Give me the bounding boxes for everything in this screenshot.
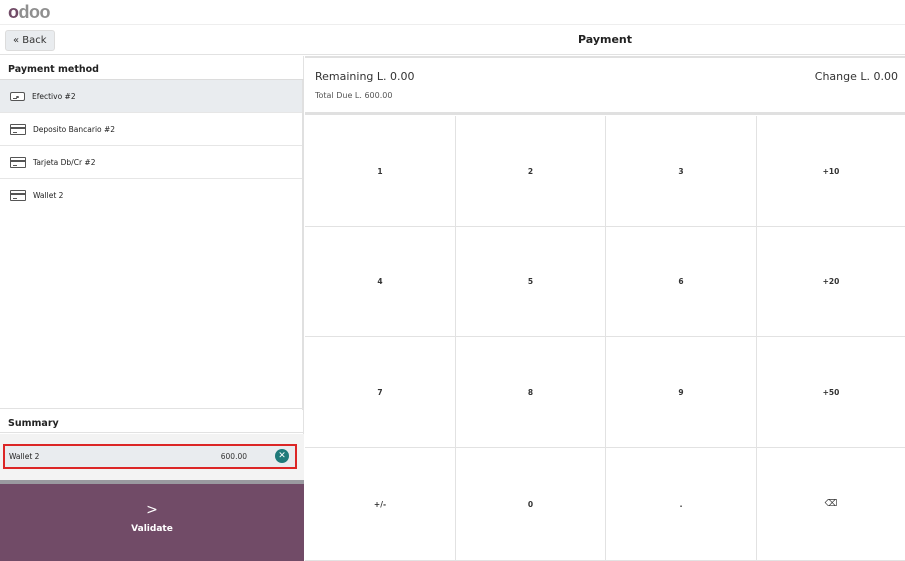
payment-method-header: Payment method xyxy=(0,56,304,80)
summary-line-wallet[interactable]: Wallet 2 600.00 ✕ xyxy=(3,444,297,469)
numpad-key-plus-50[interactable]: +50 xyxy=(757,337,905,448)
remaining-amount: Remaining L. 0.00 xyxy=(315,70,415,83)
scrollbar[interactable] xyxy=(302,80,304,410)
payment-header: « Back Payment xyxy=(0,26,905,55)
chevron-right-icon: > xyxy=(146,502,158,518)
numpad-key-plus-20[interactable]: +20 xyxy=(757,227,905,337)
cash-icon xyxy=(10,91,25,101)
page-title: Payment xyxy=(577,33,633,46)
change-amount: Change L. 0.00 xyxy=(814,70,898,83)
numpad-key-6[interactable]: 6 xyxy=(606,227,757,337)
summary-line-method: Wallet 2 xyxy=(9,452,40,461)
numpad-key-8[interactable]: 8 xyxy=(456,337,606,448)
numpad-key-decimal[interactable]: . xyxy=(606,448,757,561)
payment-method-label: Wallet 2 xyxy=(33,191,64,200)
numpad-key-plus-10[interactable]: +10 xyxy=(757,116,905,227)
payment-method-wallet[interactable]: Wallet 2 xyxy=(0,179,302,212)
close-circle-icon[interactable]: ✕ xyxy=(275,449,289,463)
validate-button[interactable]: > Validate xyxy=(0,484,304,561)
numpad-key-2[interactable]: 2 xyxy=(456,116,606,227)
card-icon xyxy=(10,190,26,201)
payment-method-efectivo[interactable]: Efectivo #2 xyxy=(0,80,302,113)
numpad-key-7[interactable]: 7 xyxy=(305,337,456,448)
summary-area: Wallet 2 600.00 ✕ xyxy=(0,434,304,480)
payment-method-label: Efectivo #2 xyxy=(32,91,76,101)
payment-method-label: Deposito Bancario #2 xyxy=(33,124,116,134)
payment-status: Remaining L. 0.00 Total Due L. 600.00 Ch… xyxy=(305,56,905,115)
back-button[interactable]: « Back xyxy=(5,30,55,51)
payment-method-deposito[interactable]: Deposito Bancario #2 xyxy=(0,113,302,146)
payment-method-tarjeta[interactable]: Tarjeta Db/Cr #2 xyxy=(0,146,302,179)
numpad-key-sign[interactable]: +/- xyxy=(305,448,456,561)
summary-line-amount: 600.00 xyxy=(220,452,247,461)
top-bar: odoo xyxy=(0,0,905,25)
right-panel: Remaining L. 0.00 Total Due L. 600.00 Ch… xyxy=(305,56,905,561)
total-due: Total Due L. 600.00 xyxy=(315,91,393,100)
card-icon xyxy=(10,156,26,168)
payment-method-list: Efectivo #2 Deposito Bancario #2 Tarjeta… xyxy=(0,80,302,212)
numpad-key-1[interactable]: 1 xyxy=(305,116,456,227)
numpad-key-4[interactable]: 4 xyxy=(305,227,456,337)
summary-header: Summary xyxy=(0,408,304,433)
backspace-icon[interactable]: ⌫ xyxy=(757,448,905,561)
validate-label: Validate xyxy=(131,524,173,534)
numpad-key-3[interactable]: 3 xyxy=(606,116,757,227)
numpad-key-0[interactable]: 0 xyxy=(456,448,606,561)
numpad: 1 2 3 +10 4 5 6 +20 7 8 9 +50 +/- 0 . ⌫ xyxy=(305,116,905,561)
odoo-logo: odoo xyxy=(8,2,50,22)
payment-method-label: Tarjeta Db/Cr #2 xyxy=(33,157,96,167)
left-panel: Payment method Efectivo #2 Deposito Banc… xyxy=(0,56,304,561)
numpad-key-5[interactable]: 5 xyxy=(456,227,606,337)
card-icon xyxy=(10,123,26,135)
numpad-key-9[interactable]: 9 xyxy=(606,337,757,448)
